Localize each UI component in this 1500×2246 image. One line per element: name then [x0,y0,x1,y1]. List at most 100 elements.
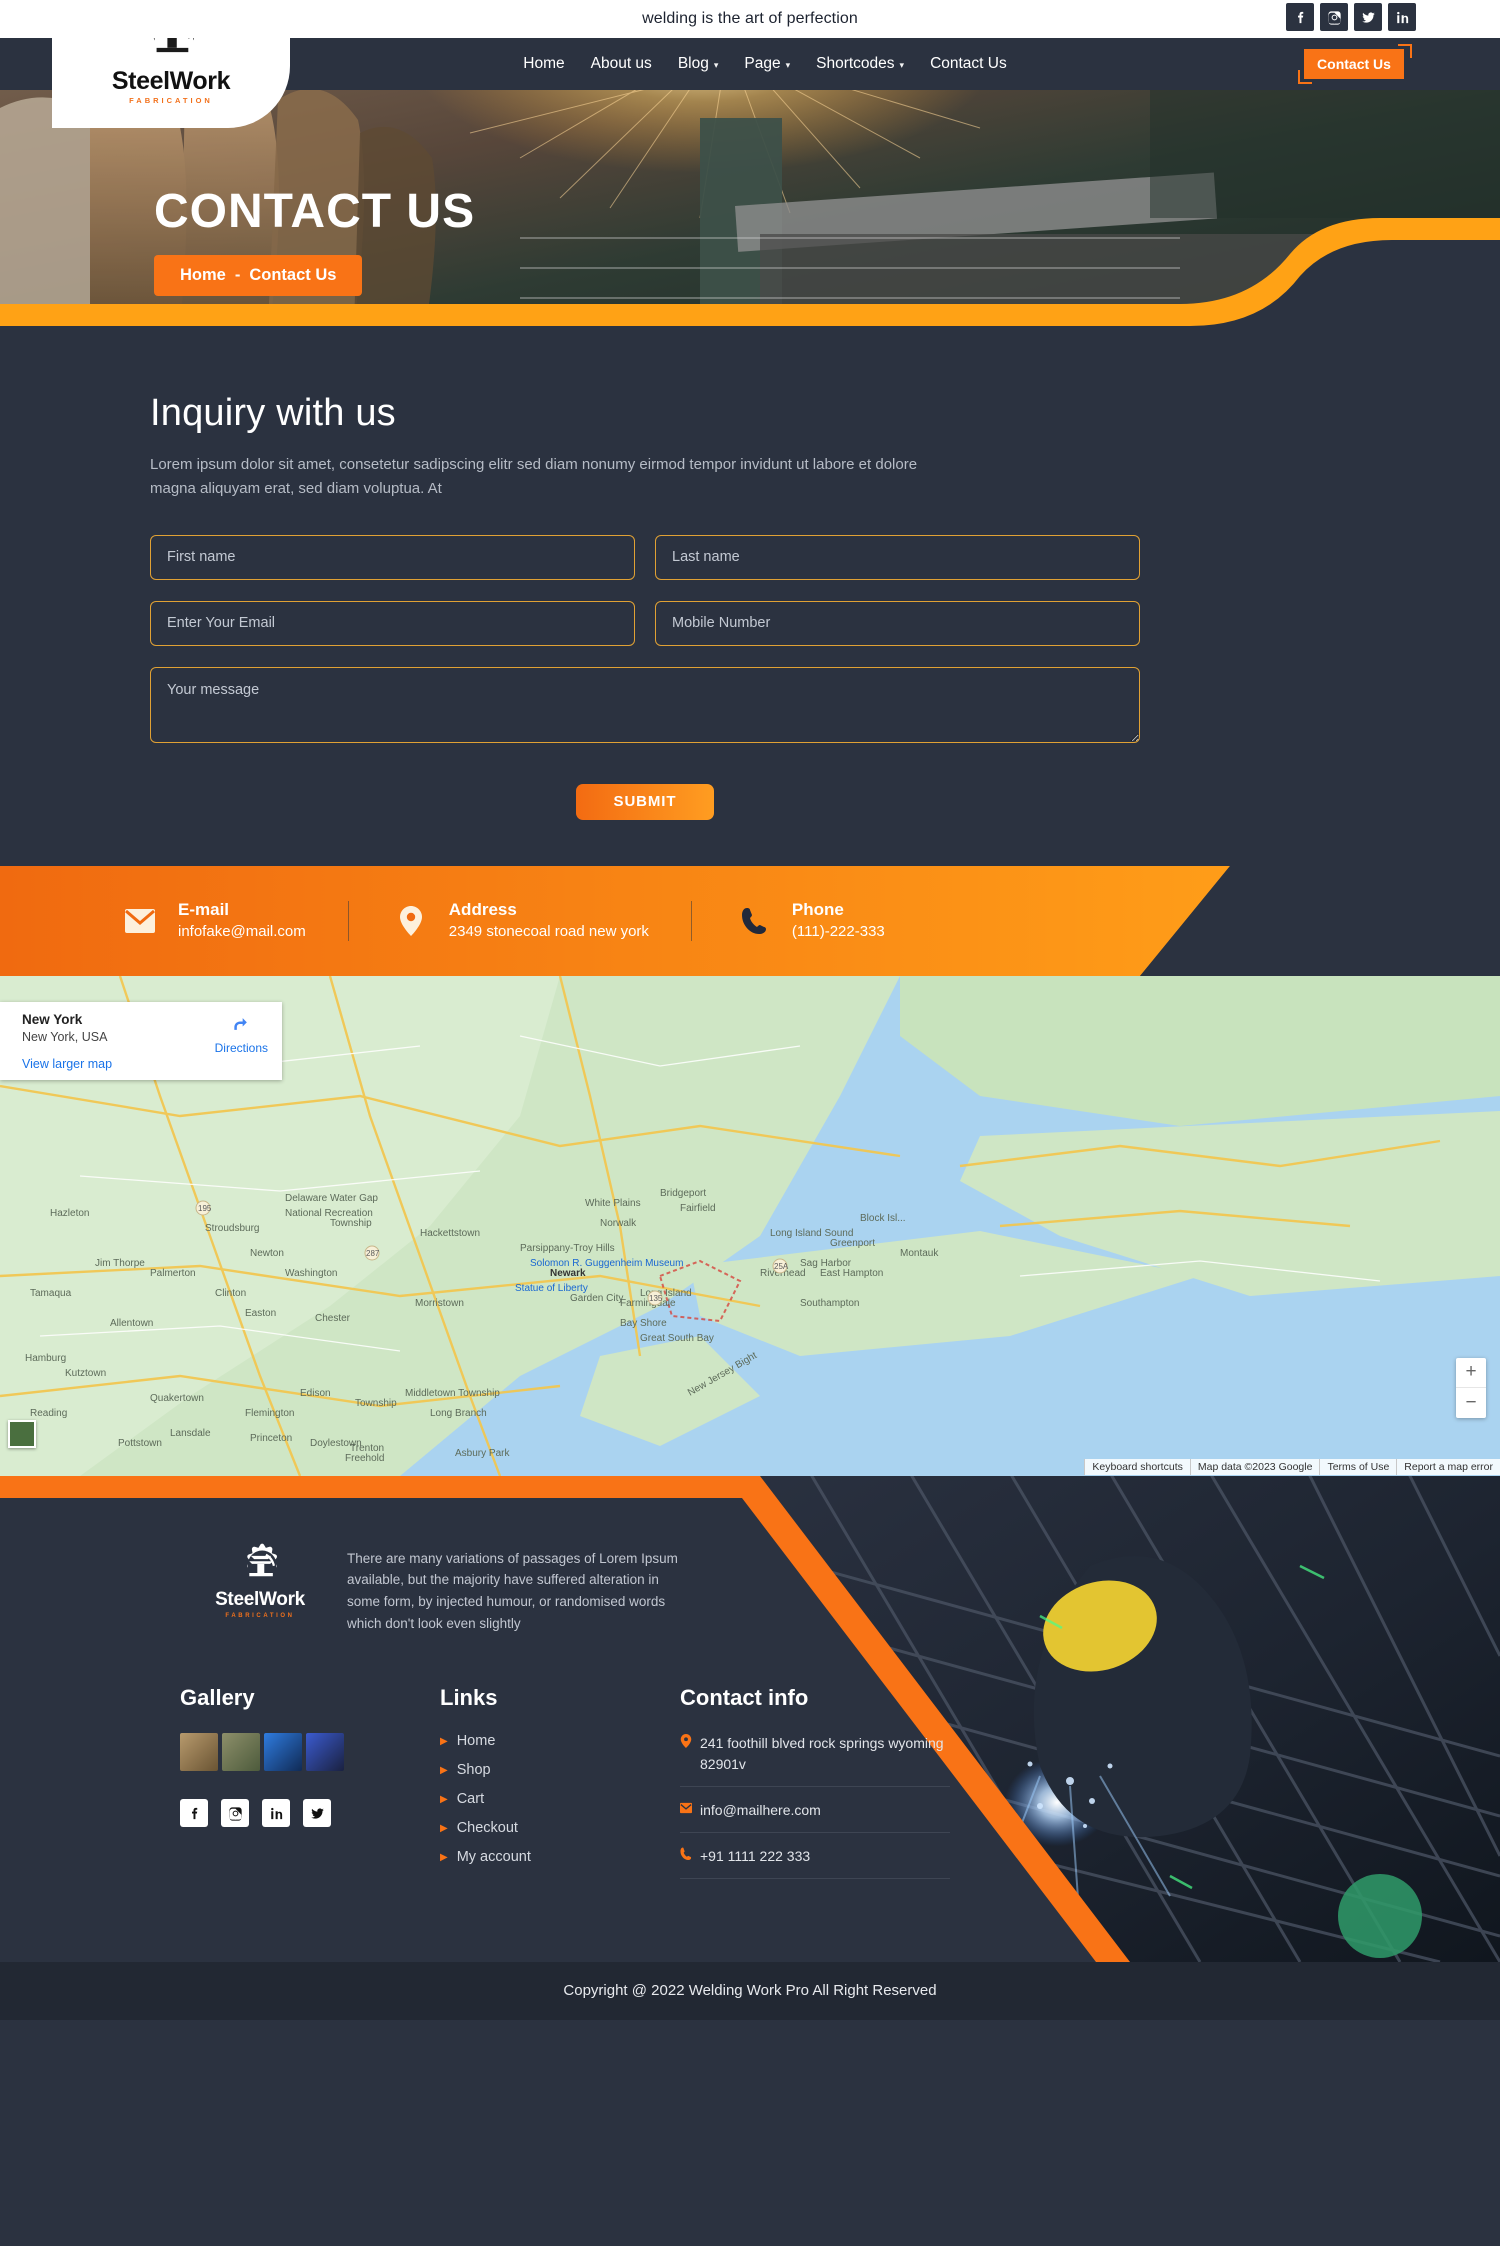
contact-email-item: E-mail infofake@mail.com [120,899,306,943]
nav-item-home[interactable]: Home [523,55,564,73]
footer-link-home[interactable]: ▶ Home [440,1733,680,1749]
contact-form: SUBMIT [150,534,1140,820]
footer-contact-column: Contact info 241 foothill blved rock spr… [680,1685,950,1892]
gallery-thumbnails [180,1733,440,1772]
map-street-view-thumbnail[interactable] [8,1419,36,1448]
caret-right-icon: ▶ [440,1851,448,1863]
email-label: E-mail [178,899,230,919]
contact-phone-item: Phone (111)-222-333 [734,899,885,943]
svg-text:Township: Township [355,1398,397,1409]
mobile-number-input[interactable] [655,600,1140,646]
footer-link-cart[interactable]: ▶ Cart [440,1791,680,1807]
linkedin-icon[interactable] [262,1799,290,1828]
svg-text:Long Branch: Long Branch [430,1408,487,1419]
svg-text:Clinton: Clinton [215,1288,246,1299]
footer-content: SteelWork FABRICATION There are many var… [0,1476,1500,1892]
contact-info-heading: Contact info [680,1685,809,1711]
map-zoom-out-button[interactable]: − [1456,1388,1486,1418]
instagram-icon[interactable] [1320,3,1348,31]
svg-text:287: 287 [366,1249,380,1258]
nav-item-blog[interactable]: Blog ▾ [678,55,719,73]
submit-button[interactable]: SUBMIT [576,783,714,820]
twitter-icon[interactable] [303,1799,331,1828]
svg-text:Fairfield: Fairfield [680,1203,716,1214]
svg-text:Township: Township [330,1218,372,1229]
phone-value[interactable]: (111)-222-333 [792,921,885,943]
contact-us-button[interactable]: Contact Us [1304,49,1404,79]
email-input[interactable] [150,600,635,646]
svg-text:Delaware Water Gap: Delaware Water Gap [285,1193,378,1204]
svg-text:Middletown Township: Middletown Township [405,1388,500,1399]
facebook-icon[interactable] [180,1799,208,1828]
svg-text:Greenport: Greenport [830,1238,875,1249]
footer-email-value[interactable]: info@mailhere.com [700,1800,821,1821]
address-label: Address [448,899,517,919]
footer-link-checkout[interactable]: ▶ Checkout [440,1820,680,1836]
phone-icon [734,907,774,935]
directions-button[interactable]: Directions [215,1014,268,1055]
footer-social-links [180,1799,440,1828]
google-map[interactable]: Township Morristown Parsippany-Troy Hills… [0,975,1500,1476]
nav-item-about-us[interactable]: About us [591,55,652,73]
svg-text:Solomon R. Guggenheim Museum: Solomon R. Guggenheim Museum [530,1258,683,1269]
inquiry-description: Lorem ipsum dolor sit amet, consetetur s… [150,456,918,498]
gallery-thumb-1[interactable] [180,1733,218,1772]
facebook-icon[interactable] [1286,3,1314,31]
svg-text:Quakertown: Quakertown [150,1393,204,1404]
main-navigation: Home About us Blog ▾ Page ▾ Shortcodes ▾… [523,55,1006,73]
twitter-icon[interactable] [1354,3,1382,31]
nav-item-page[interactable]: Page ▾ [744,55,790,73]
address-value: 2349 stonecoal road new york [448,922,649,940]
footer-brand-name: SteelWork [215,1588,305,1610]
svg-text:Asbury Park: Asbury Park [455,1448,510,1459]
svg-text:Pottstown: Pottstown [118,1438,162,1449]
svg-text:Parsippany-Troy Hills: Parsippany-Troy Hills [520,1243,615,1254]
svg-text:Newton: Newton [250,1248,284,1259]
svg-text:Lansdale: Lansdale [170,1428,211,1439]
footer-phone-value[interactable]: +91 1111 222 333 [700,1846,810,1867]
link-label: My account [456,1849,531,1866]
gallery-thumb-4[interactable] [306,1733,344,1772]
map-zoom-in-button[interactable]: + [1456,1358,1486,1388]
svg-text:Bay Shore: Bay Shore [620,1318,667,1329]
directions-label: Directions [214,1040,268,1055]
footer-address-value: 241 foothill blved rock springs wyoming … [700,1735,944,1773]
hero-wave-divider [0,208,1500,326]
svg-text:Hazleton: Hazleton [50,1208,89,1219]
footer-brand-logo[interactable]: SteelWork FABRICATION [205,1542,315,1619]
nav-item-contact-us[interactable]: Contact Us [930,55,1007,73]
instagram-icon[interactable] [221,1799,249,1828]
footer-link-shop[interactable]: ▶ Shop [440,1762,680,1778]
chevron-down-icon: ▾ [899,59,905,70]
view-larger-map-link[interactable]: View larger map [22,1057,268,1071]
svg-text:Doylestown: Doylestown [310,1438,362,1449]
last-name-input[interactable] [655,534,1140,580]
gallery-heading: Gallery [180,1685,255,1711]
svg-text:Allentown: Allentown [110,1318,153,1329]
gallery-thumb-2[interactable] [222,1733,260,1772]
svg-text:Bridgeport: Bridgeport [660,1188,706,1199]
map-data-credit: Map data ©2023 Google [1189,1458,1320,1475]
brand-name: SteelWork [111,67,231,95]
report-map-error-link[interactable]: Report a map error [1396,1458,1500,1475]
email-value[interactable]: infofake@mail.com [178,921,306,943]
svg-text:Kutztown: Kutztown [65,1368,106,1379]
caret-right-icon: ▶ [440,1822,448,1834]
svg-text:Statue of Liberty: Statue of Liberty [515,1283,588,1294]
keyboard-shortcuts-link[interactable]: Keyboard shortcuts [1084,1458,1190,1475]
nav-item-shortcodes[interactable]: Shortcodes ▾ [816,55,904,73]
svg-text:Chester: Chester [315,1313,351,1324]
svg-text:Newark: Newark [550,1268,586,1279]
linkedin-icon[interactable] [1388,3,1416,31]
links-heading: Links [440,1685,498,1711]
gallery-thumb-3[interactable] [264,1733,302,1772]
message-textarea[interactable] [150,666,1140,743]
footer-about-text: There are many variations of passages of… [347,1550,678,1632]
first-name-input[interactable] [150,534,635,580]
terms-of-use-link[interactable]: Terms of Use [1319,1458,1397,1475]
svg-text:Flemington: Flemington [245,1408,294,1419]
footer-link-my-account[interactable]: ▶ My account [440,1849,680,1865]
phone-label: Phone [791,899,844,919]
footer-address-item: 241 foothill blved rock springs wyoming … [680,1733,950,1788]
brand-tagline: FABRICATION [129,96,213,105]
